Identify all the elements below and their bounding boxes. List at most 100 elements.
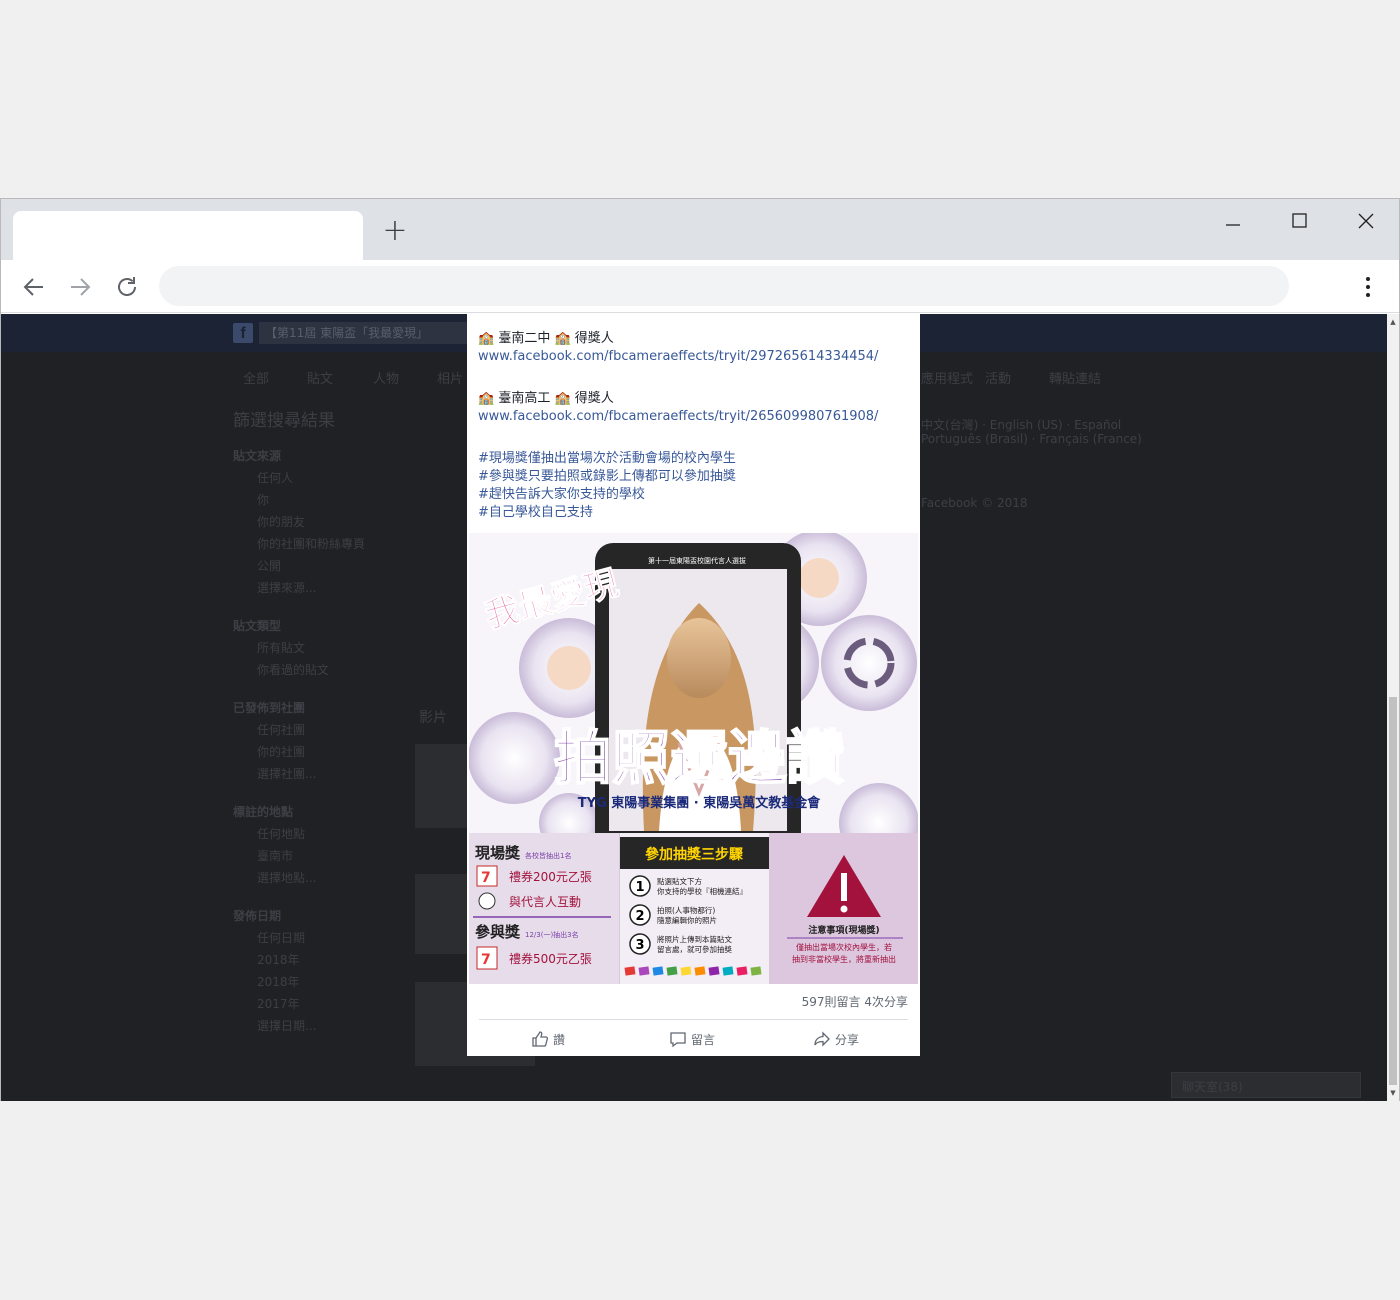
sidebar-filter-item[interactable]: 任何社團 (257, 721, 305, 738)
tab-1[interactable]: 貼文 (307, 368, 333, 387)
sidebar-filter-item[interactable]: 2018年 (257, 951, 300, 968)
footer-copyright: Facebook © 2018 (921, 496, 1028, 510)
like-label: 讚 (553, 1032, 566, 1047)
step-text: 你支持的學校『相機連結』 (657, 886, 747, 896)
chat-bar[interactable]: 聊天室(38) (1171, 1072, 1361, 1098)
campaign-poster: 第十一屆東陽盃校園代言人選拔 我最愛現 拍照選邊讚 TYG 東陽事業集團 · 東… (469, 533, 918, 984)
pennant-flag (652, 966, 664, 976)
post-actions: 讚 留言 分享 (467, 1024, 920, 1054)
sidebar-filter-item[interactable]: 你的朋友 (257, 513, 305, 530)
hashtag[interactable]: #趕快告訴大家你支持的學校 (478, 486, 908, 504)
cartoon-face-icon (547, 646, 591, 690)
steps-title: 參加抽獎三步驟 (645, 846, 744, 863)
sidebar-filter-item[interactable]: 所有貼文 (257, 639, 305, 656)
step-text: 拍照(人事物都行) (657, 905, 715, 915)
reload-icon (118, 277, 136, 296)
scrollbar-thumb[interactable] (1389, 697, 1397, 1085)
bubble-decoration (469, 712, 560, 804)
scroll-down-icon[interactable]: ▼ (1388, 1088, 1398, 1098)
address-bar[interactable] (159, 266, 1289, 306)
comment-button[interactable]: 留言 (669, 1028, 715, 1050)
language-list: 中文(台灣) · English (US) · Español (921, 418, 1122, 432)
step-text: 將照片上傳到本篇貼文 (657, 934, 732, 944)
pennant-flag (694, 966, 706, 976)
browser-toolbar (1, 260, 1399, 313)
sidebar-filter-item[interactable]: 你的社團和粉絲專頁 (257, 535, 365, 552)
pennant-flag (750, 966, 762, 976)
join-prize-item: 禮券500元乙張 (509, 951, 592, 966)
tab-9[interactable]: 轉貼連結 (1049, 368, 1101, 387)
facebook-logo-icon[interactable]: f (233, 323, 253, 343)
live-prize-item: 與代言人互動 (509, 895, 581, 909)
post-image[interactable]: 第十一屆東陽盃校園代言人選拔 我最愛現 拍照選邊讚 TYG 東陽事業集團 · 東… (469, 533, 918, 984)
forward-button[interactable] (63, 270, 97, 304)
sidebar-filter-item[interactable]: 任何地點 (257, 825, 305, 842)
back-button[interactable] (17, 270, 51, 304)
reload-button[interactable] (110, 270, 144, 304)
sidebar-filter-item[interactable]: 選擇來源... (257, 579, 316, 596)
sidebar-filter-item[interactable]: 2018年 (257, 973, 300, 990)
live-prize-title: 現場獎 (475, 844, 521, 862)
hashtag[interactable]: #自己學校自己支持 (478, 504, 908, 522)
sidebar-filter-item[interactable]: 任何人 (257, 469, 293, 486)
comment-label: 留言 (691, 1032, 716, 1047)
sidebar-filter-item[interactable]: 公開 (257, 557, 281, 574)
step-text: 留言處，就可參加抽獎 (657, 944, 732, 954)
bubble-decoration (821, 615, 917, 711)
tab-7[interactable]: 應用程式 (921, 368, 973, 387)
maximize-button[interactable] (1277, 205, 1321, 239)
sidebar-filter-item[interactable]: 2017年 (257, 995, 300, 1012)
minimize-button[interactable] (1211, 205, 1255, 239)
browser-menu-button[interactable] (1351, 270, 1385, 304)
close-icon (1358, 213, 1374, 229)
sidebar-group-title: 發佈日期 (233, 909, 282, 923)
post-stats[interactable]: 597則留言 4次分享 (467, 990, 920, 1014)
notice-text: 僅抽出當場次校內學生，若 (796, 942, 892, 952)
cartoon-face-icon (799, 558, 839, 598)
new-tab-button[interactable]: + (381, 216, 409, 246)
thumbs-up-icon (532, 1031, 549, 1047)
pennant-flag (638, 966, 650, 976)
page-scrollbar[interactable]: ▲ ▼ (1387, 314, 1399, 1101)
sidebar-filter-item[interactable]: 選擇社團... (257, 765, 316, 782)
tab-strip: + (1, 199, 1399, 260)
share-button[interactable]: 分享 (813, 1028, 859, 1050)
close-window-button[interactable] (1344, 205, 1388, 239)
tab-3[interactable]: 相片 (437, 368, 463, 387)
pennant-flag (666, 966, 678, 976)
sidebar-filter-item[interactable]: 臺南市 (257, 847, 293, 864)
notice-text: 抽到非當校學生，將重新抽出 (792, 954, 896, 964)
sidebar-filter-item[interactable]: 你的社團 (257, 743, 305, 760)
comment-share-count[interactable]: 597則留言 4次分享 (802, 993, 908, 1010)
video-thumbnail[interactable] (415, 744, 467, 828)
language-list: Português (Brasil) · Français (France) (921, 432, 1142, 446)
hashtag[interactable]: #現場獎僅抽出當場次於活動會場的校內學生 (478, 450, 908, 468)
camera-effect-link[interactable]: www.facebook.com/fbcameraeffects/tryit/2… (478, 348, 908, 366)
facebook-search-input[interactable]: 【第11屆 東陽盃「我最愛現」 (259, 322, 469, 344)
poster-top-small: 第十一屆東陽盃校園代言人選拔 (648, 556, 746, 565)
school-line: 🏫 臺南二中 🏫 得獎人 (478, 331, 614, 346)
svg-text:7: 7 (481, 870, 491, 886)
sidebar-group-title: 已發佈到社團 (233, 701, 306, 715)
kebab-menu-icon (1366, 277, 1370, 297)
like-button[interactable]: 讚 (531, 1028, 565, 1050)
tab-2[interactable]: 人物 (373, 368, 399, 387)
scroll-up-icon[interactable]: ▲ (1388, 317, 1398, 327)
hashtag[interactable]: #參與獎只要拍照或錄影上傳都可以參加抽獎 (478, 468, 908, 486)
join-prize-title: 參與獎 (475, 923, 521, 941)
sidebar-filter-item[interactable]: 選擇地點... (257, 869, 316, 886)
tab-0[interactable]: 全部 (243, 368, 269, 387)
active-tab[interactable] (13, 211, 363, 260)
sidebar-filter-item[interactable]: 你 (257, 491, 269, 508)
pennant-flag (708, 966, 720, 976)
video-thumbnail[interactable] (415, 874, 467, 954)
camera-effect-link[interactable]: www.facebook.com/fbcameraeffects/tryit/2… (478, 408, 908, 426)
step-number: 1 (635, 880, 644, 895)
tab-8[interactable]: 活動 (985, 368, 1011, 387)
school-line: 🏫 臺南高工 🏫 得獎人 (478, 391, 614, 406)
sidebar-filter-item[interactable]: 任何日期 (257, 929, 305, 946)
people-icon (478, 892, 496, 910)
sidebar-filter-item[interactable]: 選擇日期... (257, 1017, 316, 1034)
step-number: 2 (635, 909, 644, 924)
sidebar-filter-item[interactable]: 你看過的貼文 (257, 661, 329, 678)
